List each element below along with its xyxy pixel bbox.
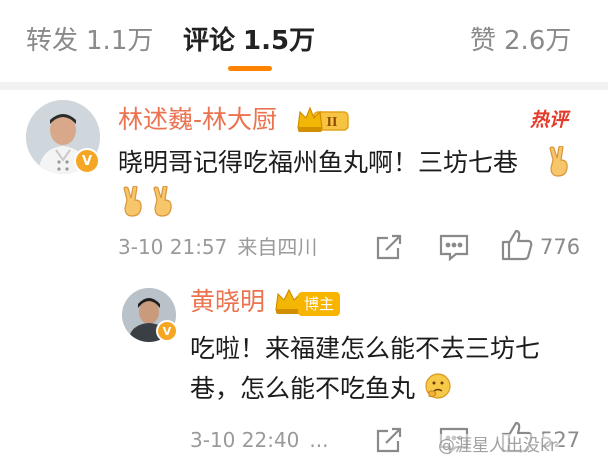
active-tab-indicator — [228, 66, 272, 71]
comment-tabs: 转发 1.1万 评论 1.5万 赞 2.6万 — [0, 0, 608, 84]
tab-likes[interactable]: 赞 2.6万 — [470, 24, 571, 58]
level-numeral: II — [327, 115, 338, 130]
hot-comment-badge: 热评 — [530, 109, 569, 131]
like-icon[interactable] — [500, 228, 534, 262]
tab-reposts-label: 转发 — [26, 26, 79, 56]
crown-level-icon: II — [296, 104, 350, 134]
victory-hand-emoji-icon — [120, 186, 146, 218]
comment-date: 3-10 21:57 — [118, 235, 228, 259]
victory-hand-emoji-icon — [150, 186, 176, 218]
tab-reposts[interactable]: 转发 1.1万 — [26, 24, 153, 58]
tab-comments-count: 1.5万 — [243, 26, 316, 56]
tab-likes-count: 2.6万 — [504, 26, 572, 56]
comment-author-name[interactable]: 林述巍-林大厨 — [118, 104, 277, 136]
comment-text: 晓明哥记得吃福州鱼丸啊！三坊七巷 — [118, 148, 519, 177]
like-count: 776 — [540, 235, 581, 259]
comment-meta: 3-10 21:57 来自四川 — [118, 234, 317, 260]
tab-likes-label: 赞 — [470, 26, 497, 56]
verified-badge-icon: V — [156, 320, 178, 342]
blogger-badge: 博主 — [298, 292, 341, 316]
section-divider — [0, 82, 608, 90]
victory-hand-emoji-icon — [546, 146, 572, 178]
reply-text-line-2: 巷，怎么能不吃鱼丸 — [190, 374, 416, 403]
verified-badge-icon: V — [74, 148, 100, 174]
repost-icon[interactable] — [374, 232, 404, 262]
comment-source: 来自四川 — [237, 235, 318, 259]
watermark: @涯星人出没kr — [436, 434, 559, 458]
tab-comments[interactable]: 评论 1.5万 — [183, 24, 315, 58]
thinking-face-emoji-icon — [424, 372, 452, 400]
tab-reposts-count: 1.1万 — [86, 26, 154, 56]
reply-date: 3-10 22:40 — [190, 428, 300, 452]
repost-icon[interactable] — [374, 425, 404, 455]
reply-text-line-1: 吃啦！来福建怎么能不去三坊七 — [190, 334, 541, 363]
reply-author-name[interactable]: 黄晓明 — [190, 286, 265, 318]
emoji-row — [120, 186, 176, 218]
reply-source: ... — [309, 428, 329, 452]
comment-icon[interactable] — [438, 232, 470, 262]
tab-comments-label: 评论 — [183, 26, 236, 56]
reply-meta: 3-10 22:40... — [190, 427, 328, 453]
